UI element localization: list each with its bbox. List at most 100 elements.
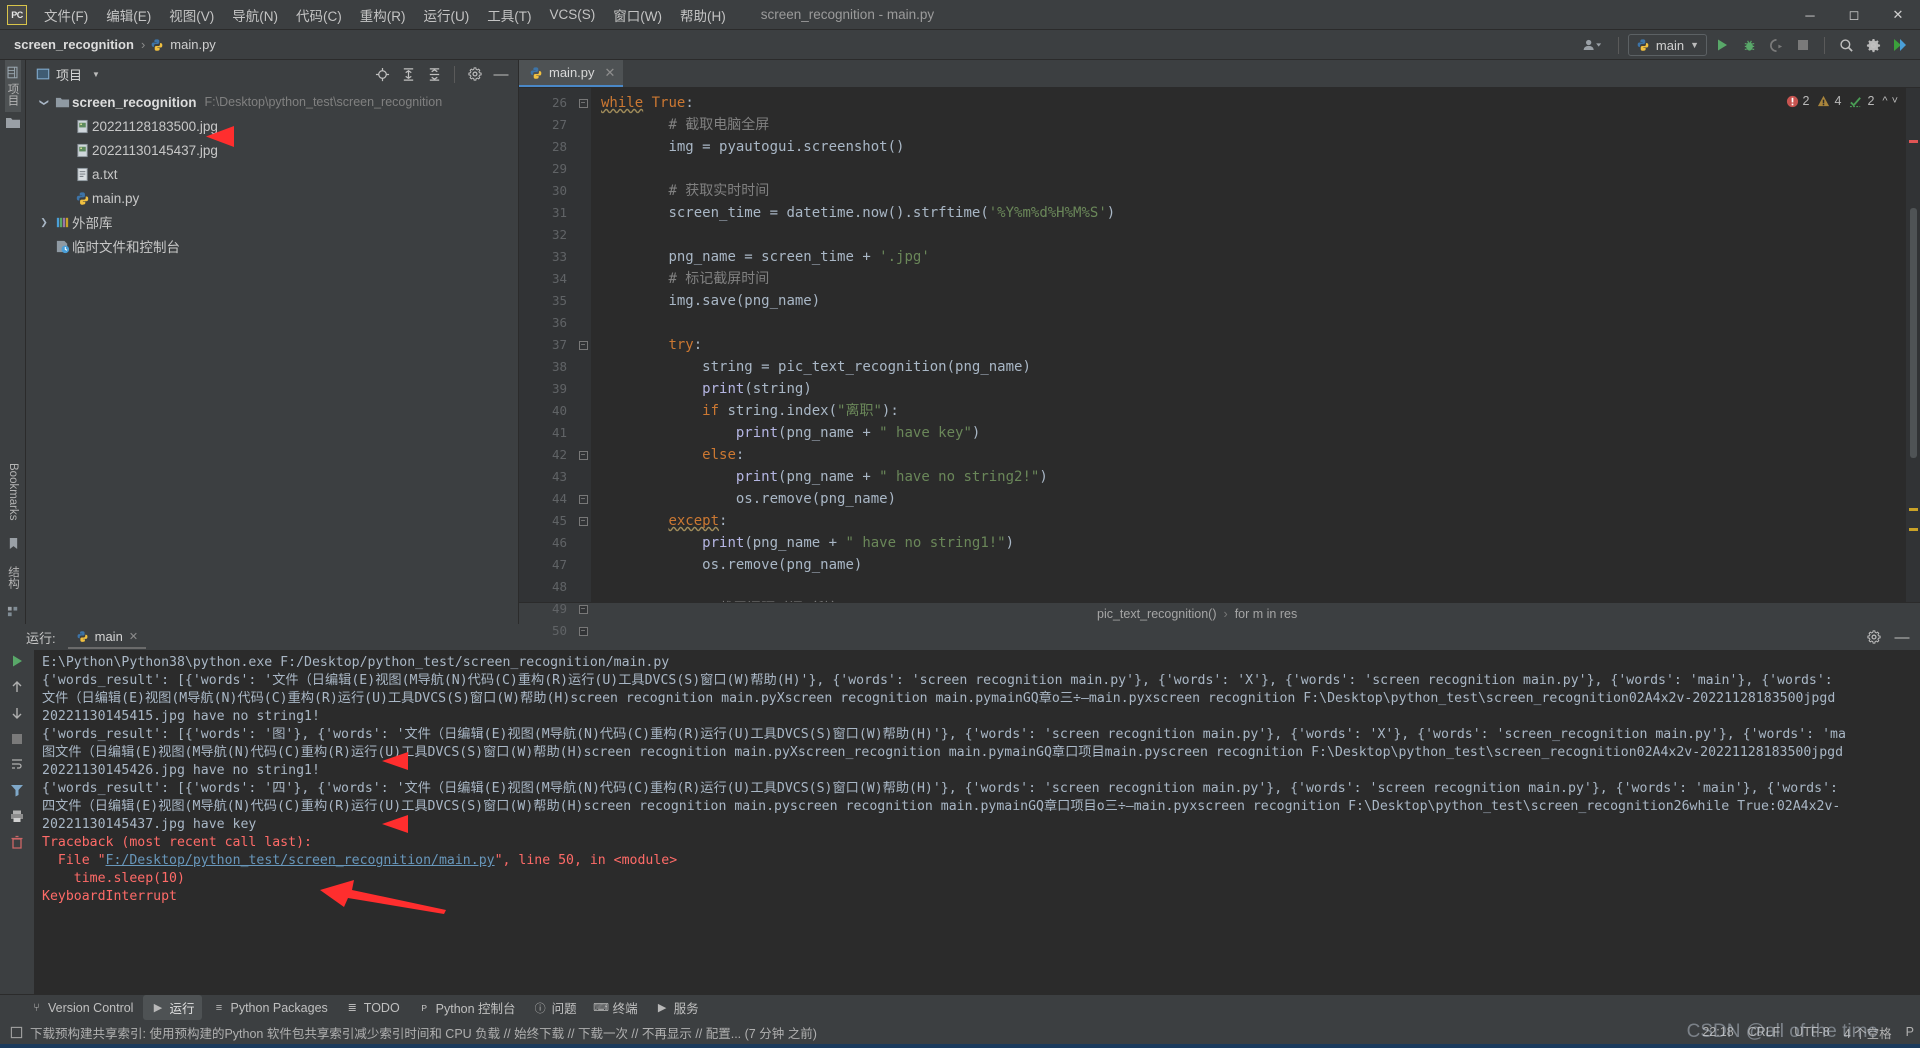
strip-tab-project[interactable]: 项目 — [4, 60, 21, 112]
code-folding-gutter[interactable]: − − − − − − − — [575, 88, 591, 636]
expand-all-icon[interactable] — [396, 62, 420, 86]
stop-icon[interactable] — [11, 732, 23, 750]
collapse-all-icon[interactable] — [422, 62, 446, 86]
tree-node-20221130145437-jpg[interactable]: 20221130145437.jpg — [26, 138, 518, 162]
debug-icon[interactable] — [1737, 33, 1761, 57]
menu-navigate[interactable]: 导航(N) — [223, 2, 287, 28]
editor-tab-main-py[interactable]: main.py ✕ — [519, 60, 624, 87]
menu-view[interactable]: 视图(V) — [160, 2, 223, 28]
run-configuration-selector[interactable]: main ▼ — [1627, 34, 1707, 56]
run-panel-body: E:\Python\Python38\python.exe F:/Desktop… — [0, 650, 1920, 994]
fold-toggle-icon[interactable]: − — [575, 444, 591, 466]
scrollbar-thumb[interactable] — [1910, 208, 1917, 458]
chevron-right-icon[interactable]: ❯ — [36, 217, 52, 228]
minimize-button[interactable]: ─ — [1788, 0, 1832, 30]
code-editor[interactable]: 26 27 28 29 30 31 32 33 34 35 36 37 38 39 40 41 42 43 44 45… — [519, 88, 1920, 638]
tree-node---------[interactable]: 临时文件和控制台 — [26, 234, 518, 258]
tree-node-screen_recognition[interactable]: ❯ screen_recognition F:\Desktop\python_tes… — [26, 90, 518, 114]
line-number: 47 — [551, 557, 567, 572]
clear-all-icon[interactable] — [10, 835, 24, 855]
chevron-up-icon[interactable]: ^ — [1882, 95, 1887, 107]
strip-tab-bookmarks[interactable]: Bookmarks — [7, 457, 19, 527]
menu-edit[interactable]: 编辑(E) — [97, 2, 160, 28]
status-branch[interactable]: P — [1906, 1025, 1914, 1039]
tool-terminal[interactable]: ⌨ 终端 — [587, 995, 646, 1020]
breadcrumb-method[interactable]: pic_text_recognition() — [1097, 607, 1217, 621]
run-with-coverage-icon[interactable] — [1764, 33, 1788, 57]
fold-toggle-icon[interactable]: − — [575, 488, 591, 510]
breadcrumb-loop[interactable]: for m in res — [1235, 607, 1298, 621]
menu-window[interactable]: 窗口(W) — [604, 2, 671, 28]
status-encoding[interactable]: UTF-8 — [1794, 1025, 1829, 1039]
tool-problems[interactable]: ⓘ 问题 — [526, 995, 585, 1020]
hide-icon[interactable]: — — [489, 62, 513, 86]
status-message[interactable]: 下载预构建共享索引: 使用预构建的Python 软件包共享索引减少索引时间和 C… — [30, 1023, 817, 1042]
status-line-separator[interactable]: CRLF — [1748, 1025, 1781, 1039]
strip-tab-structure[interactable]: 结构 — [5, 560, 21, 595]
error-stripe-marker — [1909, 140, 1918, 143]
inspection-widget[interactable]: 2 4 2 ^ ˅ — [1781, 92, 1902, 110]
tool-services[interactable]: ▶ 服务 — [648, 995, 707, 1020]
stop-icon[interactable] — [1791, 33, 1815, 57]
breadcrumb-project[interactable]: screen_recognition — [12, 37, 136, 52]
python-file-icon — [72, 191, 92, 206]
scroll-down-icon[interactable] — [10, 706, 24, 725]
menu-help[interactable]: 帮助(H) — [671, 2, 735, 28]
status-time[interactable]: 22:18 — [1702, 1025, 1733, 1039]
folder-strip-icon[interactable] — [5, 116, 21, 134]
locate-icon[interactable] — [370, 62, 394, 86]
tool-python-packages[interactable]: ≡ Python Packages — [204, 998, 335, 1018]
close-icon[interactable]: ✕ — [129, 630, 138, 643]
console-line: KeyboardInterrupt — [42, 889, 177, 904]
menu-run[interactable]: 运行(U) — [415, 2, 479, 28]
close-icon[interactable]: ✕ — [605, 65, 616, 81]
menu-tools[interactable]: 工具(T) — [478, 2, 540, 28]
tool-version-control[interactable]: ⑂ Version Control — [22, 998, 141, 1018]
fold-toggle-icon[interactable]: − — [575, 510, 591, 532]
menu-code[interactable]: 代码(C) — [287, 2, 351, 28]
chevron-down-icon[interactable]: ▼ — [92, 70, 100, 79]
tool-run[interactable]: ▶ 运行 — [143, 995, 203, 1020]
settings-icon[interactable] — [1862, 625, 1886, 649]
menu-refactor[interactable]: 重构(R) — [351, 2, 415, 28]
code-line: # 截屏间隔时间（秒） — [591, 598, 1906, 602]
close-button[interactable]: ✕ — [1876, 0, 1920, 30]
tree-node-main-py[interactable]: main.py — [26, 186, 518, 210]
code-text[interactable]: while True: # 截取电脑全屏 img = pyautogui.scr… — [591, 88, 1906, 602]
tree-node-20221128183500-jpg[interactable]: 20221128183500.jpg — [26, 114, 518, 138]
settings-icon[interactable] — [1861, 33, 1885, 57]
tree-node----[interactable]: ❯ 外部库 — [26, 210, 518, 234]
breadcrumb-file[interactable]: main.py — [168, 37, 218, 52]
console-file-link[interactable]: F:/Desktop/python_test/screen_recognitio… — [106, 853, 495, 868]
run-tab-main[interactable]: main ✕ — [67, 626, 147, 649]
tree-node-a-txt[interactable]: a.txt — [26, 162, 518, 186]
print-icon[interactable] — [10, 809, 24, 828]
run-console-output[interactable]: E:\Python\Python38\python.exe F:/Desktop… — [34, 650, 1920, 994]
hide-icon[interactable]: — — [1890, 625, 1914, 649]
code-line: while True: — [601, 95, 694, 111]
filter-icon[interactable] — [10, 783, 24, 802]
project-tree[interactable]: ❯ screen_recognition F:\Desktop\python_tes… — [26, 88, 518, 624]
maximize-button[interactable]: ◻ — [1832, 0, 1876, 30]
console-line[interactable]: File "F:/Desktop/python_test/screen_reco… — [42, 852, 1920, 870]
console-line: 四文件（日编辑(E)视图(M导航(N)代码(C)重构(R)运行(U)工具DVCS… — [42, 799, 1841, 814]
fold-toggle-icon[interactable]: − — [575, 92, 591, 114]
rerun-icon[interactable] — [10, 654, 24, 673]
run-icon[interactable] — [1710, 33, 1734, 57]
editor-scrollbar[interactable] — [1906, 88, 1920, 602]
wrap-text-icon[interactable] — [10, 757, 24, 776]
status-indent[interactable]: 4 个空格 — [1844, 1023, 1892, 1042]
scroll-up-icon[interactable] — [10, 680, 24, 699]
settings-icon[interactable] — [463, 62, 487, 86]
search-icon[interactable] — [1834, 33, 1858, 57]
tool-todo[interactable]: ≣ TODO — [338, 998, 408, 1018]
updates-icon[interactable] — [1888, 33, 1912, 57]
fold-toggle-icon[interactable]: − — [575, 598, 591, 620]
fold-toggle-icon[interactable]: − — [575, 334, 591, 356]
account-icon[interactable] — [1575, 33, 1609, 57]
menu-vcs[interactable]: VCS(S) — [541, 4, 605, 25]
chevron-down-icon[interactable]: ˅ — [1892, 95, 1898, 107]
chevron-down-icon[interactable]: ❯ — [39, 94, 50, 110]
tool-python-console[interactable]: ᴩ Python 控制台 — [410, 995, 524, 1020]
menu-file[interactable]: 文件(F) — [35, 2, 97, 28]
